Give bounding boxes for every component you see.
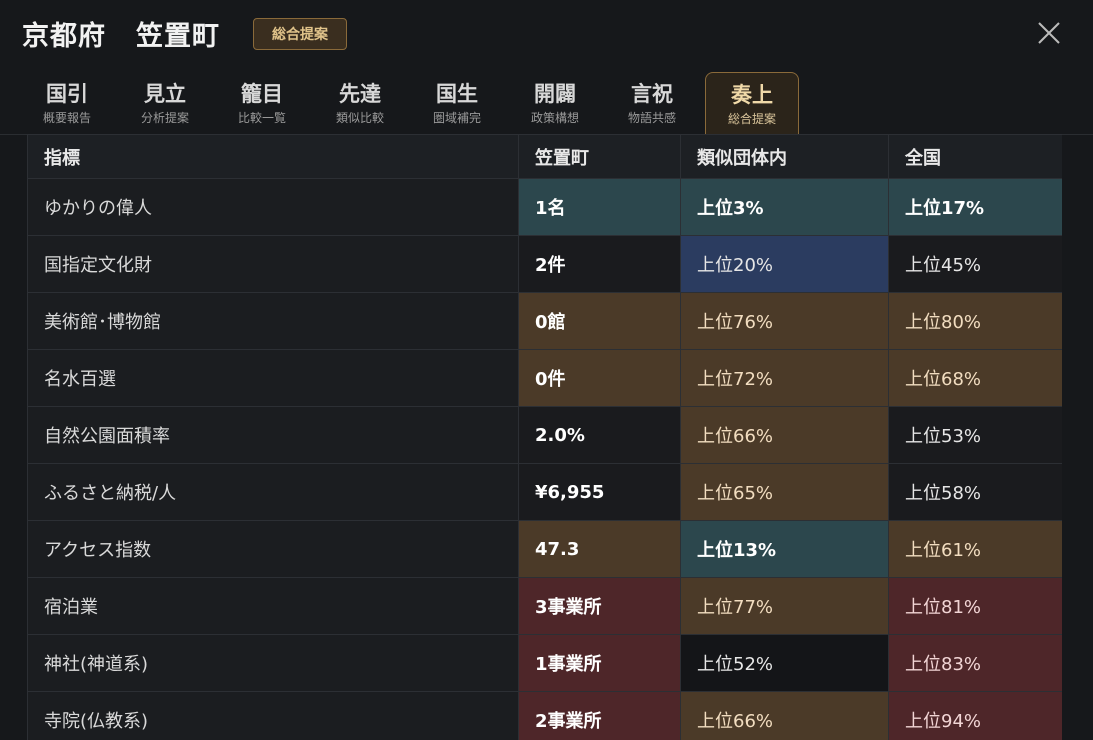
header: 京都府 笠置町 総合提案 (0, 0, 1093, 68)
tab-kotohogi[interactable]: 言祝 物語共感 (606, 72, 698, 133)
tab-kaibyaku[interactable]: 開闢 政策構想 (509, 72, 601, 133)
table-row: 神社(神道系) 1事業所 上位52% 上位83% (27, 634, 1062, 692)
column-header-national: 全国 (888, 134, 1062, 179)
indicator-table: 指標 笠置町 類似団体内 全国 ゆかりの偉人 1名 上位3% 上位17% 国指定文化財 2… (27, 134, 1062, 740)
similar-rank-cell: 上位20% (680, 235, 889, 293)
tab-subtitle: 総合提案 (727, 112, 776, 126)
tab-bar: 国引 概要報告 見立 分析提案 籠目 比較一覧 先達 類似比較 国生 圏域補完 … (0, 68, 1093, 135)
column-header-similar: 類似団体内 (680, 134, 889, 179)
value-cell: 1事業所 (518, 634, 681, 692)
tab-kuniumi[interactable]: 国生 圏域補完 (411, 72, 503, 133)
indicator-cell: 神社(神道系) (27, 634, 519, 692)
close-icon[interactable] (1036, 20, 1062, 46)
similar-rank-cell: 上位65% (680, 463, 889, 521)
value-cell: ¥6,955 (518, 463, 681, 521)
indicator-cell: ふるさと納税/人 (27, 463, 519, 521)
similar-rank-cell: 上位72% (680, 349, 889, 407)
tab-title: 国生 (436, 81, 478, 106)
similar-rank-cell: 上位13% (680, 520, 889, 578)
value-cell: 3事業所 (518, 577, 681, 635)
table-row: アクセス指数 47.3 上位13% 上位61% (27, 520, 1062, 578)
similar-rank-cell: 上位66% (680, 691, 889, 740)
tab-title: 開闢 (534, 81, 576, 106)
column-header-indicator: 指標 (27, 134, 519, 179)
page-title: 京都府 笠置町 (22, 14, 220, 53)
indicator-cell: アクセス指数 (27, 520, 519, 578)
tab-title: 籠目 (241, 81, 283, 106)
value-cell: 2事業所 (518, 691, 681, 740)
indicator-cell: 国指定文化財 (27, 235, 519, 293)
national-rank-cell: 上位53% (888, 406, 1062, 464)
tab-kagome[interactable]: 籠目 比較一覧 (216, 72, 308, 133)
table-header-row: 指標 笠置町 類似団体内 全国 (27, 134, 1062, 179)
value-cell: 1名 (518, 178, 681, 236)
national-rank-cell: 上位81% (888, 577, 1062, 635)
similar-rank-cell: 上位76% (680, 292, 889, 350)
similar-rank-cell: 上位3% (680, 178, 889, 236)
tab-sojo[interactable]: 奏上 総合提案 (705, 72, 799, 134)
indicator-cell: ゆかりの偉人 (27, 178, 519, 236)
value-cell: 0館 (518, 292, 681, 350)
national-rank-cell: 上位80% (888, 292, 1062, 350)
tab-title: 先達 (339, 81, 381, 106)
tab-subtitle: 物語共感 (627, 111, 676, 125)
table-row: 国指定文化財 2件 上位20% 上位45% (27, 235, 1062, 293)
similar-rank-cell: 上位52% (680, 634, 889, 692)
tab-title: 国引 (46, 81, 88, 106)
tab-mitate[interactable]: 見立 分析提案 (119, 72, 211, 133)
national-rank-cell: 上位17% (888, 178, 1062, 236)
status-badge: 総合提案 (253, 18, 347, 50)
national-rank-cell: 上位94% (888, 691, 1062, 740)
indicator-cell: 寺院(仏教系) (27, 691, 519, 740)
indicator-cell: 宿泊業 (27, 577, 519, 635)
national-rank-cell: 上位58% (888, 463, 1062, 521)
tab-sendatsu[interactable]: 先達 類似比較 (314, 72, 406, 133)
tab-subtitle: 類似比較 (335, 111, 384, 125)
town-name: 笠置町 (136, 21, 220, 52)
indicator-cell: 美術館･博物館 (27, 292, 519, 350)
tab-title: 言祝 (631, 81, 673, 106)
table-row: 寺院(仏教系) 2事業所 上位66% 上位94% (27, 691, 1062, 740)
column-header-town: 笠置町 (518, 134, 681, 179)
indicator-table-container[interactable]: 指標 笠置町 類似団体内 全国 ゆかりの偉人 1名 上位3% 上位17% 国指定文化財 2… (27, 134, 1062, 740)
prefecture-name: 京都府 (22, 21, 106, 52)
national-rank-cell: 上位68% (888, 349, 1062, 407)
value-cell: 2件 (518, 235, 681, 293)
tab-title: 奏上 (731, 82, 773, 107)
value-cell: 2.0% (518, 406, 681, 464)
tab-subtitle: 政策構想 (530, 111, 579, 125)
table-row: ゆかりの偉人 1名 上位3% 上位17% (27, 178, 1062, 236)
table-row: 宿泊業 3事業所 上位77% 上位81% (27, 577, 1062, 635)
tab-subtitle: 概要報告 (42, 111, 91, 125)
national-rank-cell: 上位45% (888, 235, 1062, 293)
value-cell: 47.3 (518, 520, 681, 578)
table-row: 名水百選 0件 上位72% 上位68% (27, 349, 1062, 407)
similar-rank-cell: 上位66% (680, 406, 889, 464)
similar-rank-cell: 上位77% (680, 577, 889, 635)
indicator-cell: 名水百選 (27, 349, 519, 407)
indicator-cell: 自然公園面積率 (27, 406, 519, 464)
tab-subtitle: 圏域補完 (432, 111, 481, 125)
table-row: 自然公園面積率 2.0% 上位66% 上位53% (27, 406, 1062, 464)
value-cell: 0件 (518, 349, 681, 407)
tab-subtitle: 分析提案 (140, 111, 189, 125)
national-rank-cell: 上位83% (888, 634, 1062, 692)
tab-title: 見立 (144, 81, 186, 106)
tab-subtitle: 比較一覧 (237, 111, 286, 125)
national-rank-cell: 上位61% (888, 520, 1062, 578)
table-row: 美術館･博物館 0館 上位76% 上位80% (27, 292, 1062, 350)
tab-kunibiki[interactable]: 国引 概要報告 (21, 72, 113, 133)
table-row: ふるさと納税/人 ¥6,955 上位65% 上位58% (27, 463, 1062, 521)
